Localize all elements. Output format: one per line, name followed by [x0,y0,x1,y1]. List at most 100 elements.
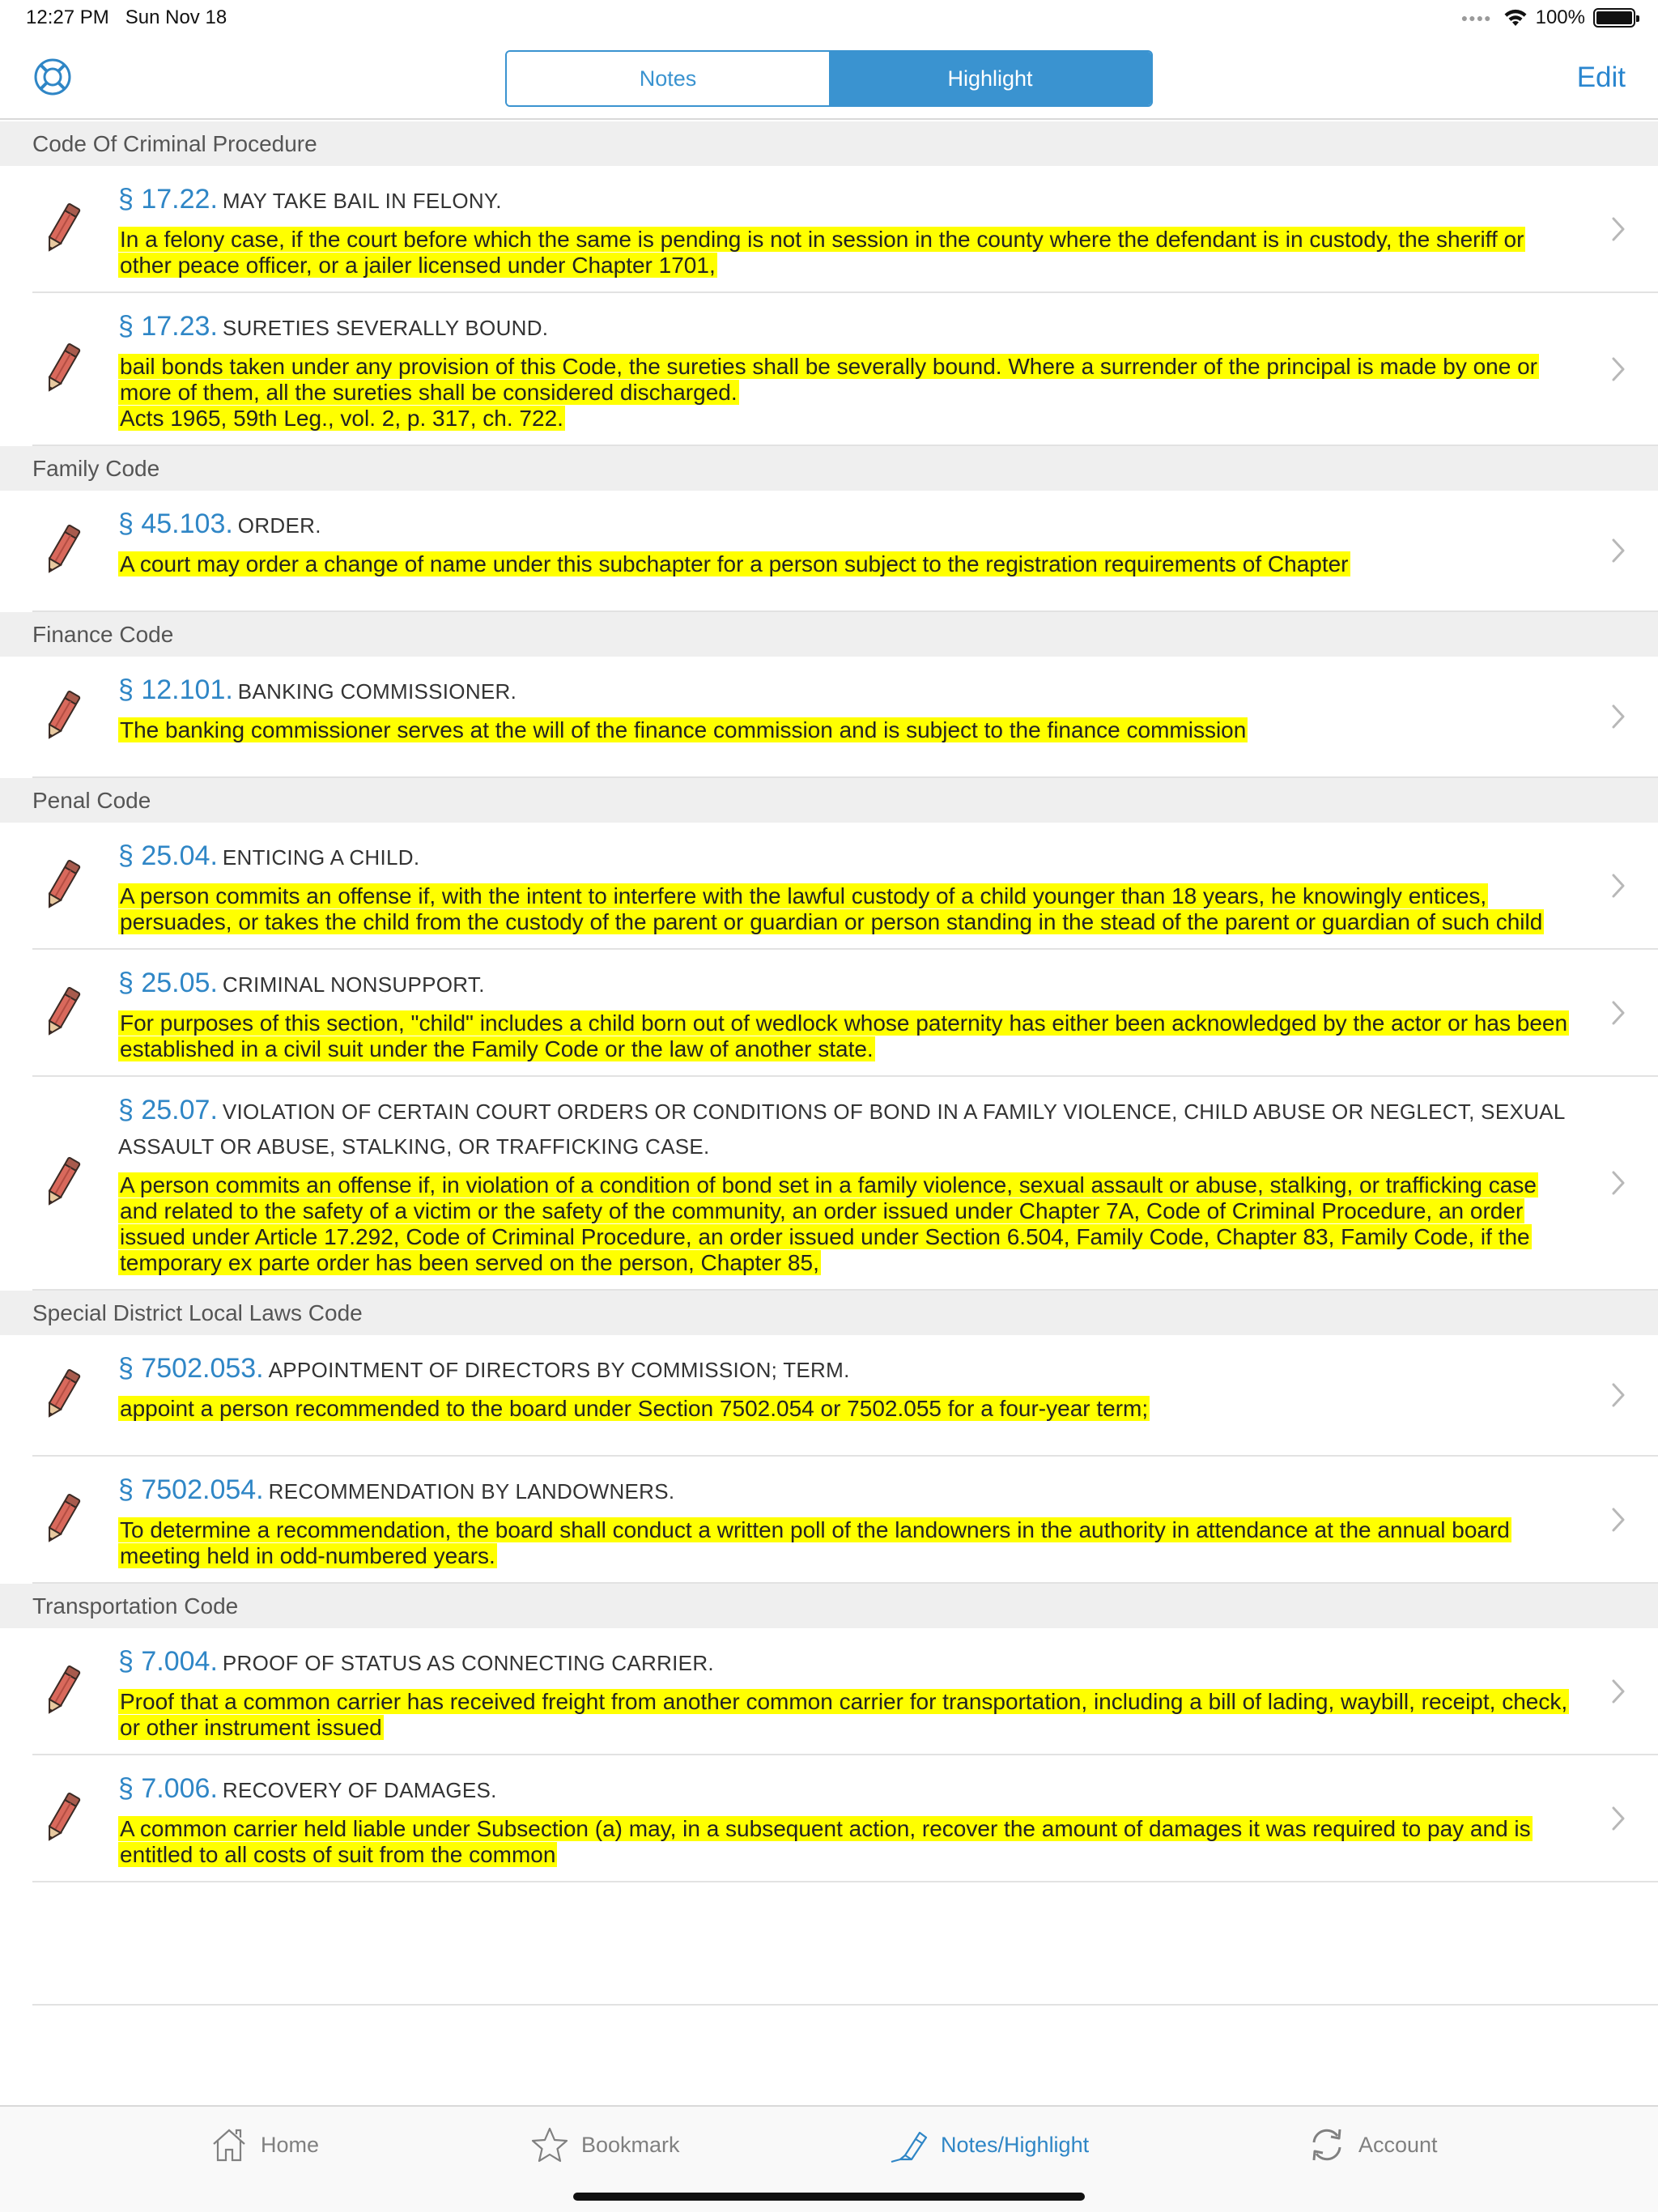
section-number: § 25.04. [118,840,218,871]
highlight-span: To determine a recommendation, the board… [118,1517,1511,1568]
chevron-right-icon [1612,874,1625,897]
section-title: Family Code [32,455,160,481]
highlight-span: A person commits an offense if, with the… [118,883,1545,934]
pencil-icon [48,1157,81,1206]
section-header: Penal Code [0,778,1658,823]
segment-notes[interactable]: Notes [507,52,829,105]
highlight-row[interactable]: § 25.04. ENTICING A CHILD. A person commit… [32,823,1658,950]
chevron-right-icon [1612,217,1625,240]
row-title: § 25.07. VIOLATION OF CERTAIN COURT ORDER… [118,1095,1569,1166]
highlight-span: A court may order a change of name under… [118,551,1350,576]
section-number: § 25.05. [118,968,218,998]
signal-icon: ●●●● [1460,11,1492,24]
highlight-row[interactable]: § 7.004. PROOF OF STATUS AS CONNECTING CA… [32,1628,1658,1755]
section-number: § 25.07. [118,1095,218,1125]
status-date: Sun Nov 18 [125,6,227,28]
highlight-row[interactable]: § 25.07. VIOLATION OF CERTAIN COURT ORDER… [32,1077,1658,1291]
highlighted-text: A person commits an offense if, in viola… [118,1172,1569,1276]
section-number: § 7502.053. [118,1353,264,1384]
pencil-icon [48,525,81,573]
section-number: § 12.101. [118,674,233,705]
home-indicator [573,2193,1085,2201]
section-number: § 17.23. [118,311,218,342]
battery-percent: 100% [1535,6,1585,28]
section-header: Code Of Criminal Procedure [0,121,1658,166]
highlight-row[interactable]: § 7502.054. RECOMMENDATION BY LANDOWNERS.… [32,1457,1658,1584]
status-indicators: ●●●● 100% [1460,6,1639,29]
segment-highlight[interactable]: Highlight [829,52,1151,105]
tab-home[interactable]: Home [209,2125,319,2165]
tab-bookmark[interactable]: Bookmark [529,2125,680,2165]
section-header: Finance Code [0,612,1658,657]
highlight-row[interactable]: § 7502.053. APPOINTMENT OF DIRECTORS BY C… [32,1335,1658,1457]
edit-button[interactable]: Edit [1577,62,1626,94]
section-name: RECOVERY OF DAMAGES. [222,1778,497,1802]
highlight-row[interactable]: § 45.103. ORDER. A court may order a chang… [32,491,1658,612]
section-header: Family Code [0,446,1658,491]
highlighted-text: For purposes of this section, "child" in… [118,1010,1570,1062]
chevron-right-icon [1612,1383,1625,1407]
chevron-right-icon [1612,704,1625,729]
highlight-row[interactable]: § 25.05. CRIMINAL NONSUPPORT. For purposes… [32,950,1658,1077]
section-name: VIOLATION OF CERTAIN COURT ORDERS OR CON… [118,1100,1565,1159]
chevron-right-icon [1612,1001,1625,1024]
lifebuoy-icon[interactable] [32,57,73,97]
refresh-icon [1312,2129,1341,2161]
chevron-right-icon [1612,1508,1625,1531]
section-name: RECOMMENDATION BY LANDOWNERS. [268,1479,675,1504]
tab-home-label: Home [261,2132,320,2157]
pencil-icon [48,859,81,908]
home-icon [213,2129,245,2162]
section-title: Finance Code [32,621,174,647]
highlighted-text: A person commits an offense if, with the… [118,883,1569,935]
chevron-right-icon [1612,1806,1625,1830]
tab-notes-highlight[interactable]: Notes/Highlight [889,2125,1089,2165]
row-title: § 7.006. RECOVERY OF DAMAGES. [118,1773,1569,1810]
highlight-row[interactable]: § 12.101. BANKING COMMISSIONER. The bankin… [32,657,1658,778]
chevron-right-icon [1612,1171,1625,1195]
pencil-icon [48,202,81,252]
row-title: § 17.23. SURETIES SEVERALLY BOUND. [118,311,1569,347]
highlight-list: Code Of Criminal Procedure § 17.22. MAY TA… [0,121,1658,2129]
row-title: § 7.004. PROOF OF STATUS AS CONNECTING CA… [118,1646,1569,1682]
star-icon [531,2127,568,2163]
app-root: 12:27 PM Sun Nov 18 ●●●● 100% Notes High… [0,0,1658,2212]
section-name: SURETIES SEVERALLY BOUND. [222,316,549,340]
section-name: APPOINTMENT OF DIRECTORS BY COMMISSION; … [268,1358,850,1382]
highlight-span: Proof that a common carrier has received… [118,1689,1570,1740]
highlight-row[interactable]: § 17.23. SURETIES SEVERALLY BOUND. bail bo… [32,293,1658,446]
highlighter-icon [891,2131,928,2163]
highlight-span: A person commits an offense if, in viola… [118,1172,1538,1275]
highlight-row[interactable]: § 17.22. MAY TAKE BAIL IN FELONY. In a fel… [32,166,1658,293]
pencil-icon [48,342,81,392]
tab-bookmark-label: Bookmark [581,2132,680,2157]
chevron-right-icon [1612,357,1625,381]
row-title: § 7502.054. RECOMMENDATION BY LANDOWNERS. [118,1474,1569,1511]
highlight-span: A common carrier held liable under Subse… [118,1816,1533,1867]
highlight-span: bail bonds taken under any provision of … [118,354,1539,431]
section-title: Penal Code [32,787,151,813]
section-number: § 45.103. [118,508,233,539]
section-name: ORDER. [237,513,321,538]
section-number: § 17.22. [118,184,218,215]
chevron-right-icon [1612,538,1625,563]
status-clock: 12:27 PM [26,6,109,28]
highlighted-text: A common carrier held liable under Subse… [118,1816,1569,1868]
tab-bar: Home Bookmark Notes/Highlight Account [0,2105,1658,2212]
row-title: § 7502.053. APPOINTMENT OF DIRECTORS BY C… [118,1353,1569,1389]
section-header: Special District Local Laws Code [0,1291,1658,1335]
section-title: Special District Local Laws Code [32,1300,363,1325]
nav-bar: Notes Highlight Edit [0,39,1658,120]
highlighted-text: bail bonds taken under any provision of … [118,354,1569,432]
pencil-icon [48,1792,81,1841]
highlighted-text: To determine a recommendation, the board… [118,1517,1569,1569]
section-number: § 7.004. [118,1646,218,1677]
highlight-span: For purposes of this section, "child" in… [118,1010,1570,1061]
row-title: § 25.04. ENTICING A CHILD. [118,840,1569,877]
section-name: BANKING COMMISSIONER. [237,679,517,704]
section-name: MAY TAKE BAIL IN FELONY. [222,189,502,213]
tab-account[interactable]: Account [1307,2125,1438,2165]
pencil-icon [48,1665,81,1714]
highlight-row[interactable]: § 7.006. RECOVERY OF DAMAGES. A common car… [32,1755,1658,1882]
status-bar: 12:27 PM Sun Nov 18 ●●●● 100% [0,0,1658,39]
